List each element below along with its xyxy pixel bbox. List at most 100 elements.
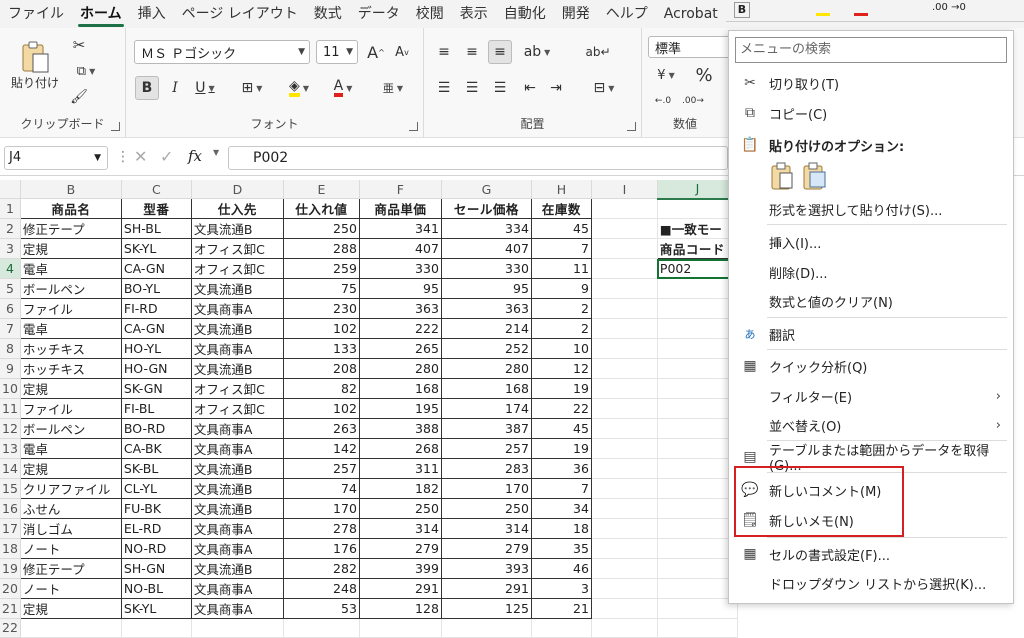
table-cell[interactable]: 330 [358,258,442,279]
row-header[interactable]: 7 [0,318,21,339]
table-cell[interactable]: 257 [440,438,532,459]
table-cell[interactable]: 仕入れ値 [282,198,360,219]
table-cell[interactable]: 電卓 [19,318,122,339]
table-cell[interactable] [591,538,658,559]
table-cell[interactable]: ホッチキス [19,338,122,359]
row-header[interactable]: 14 [0,458,21,479]
dialog-launcher-icon[interactable] [111,122,120,131]
table-cell[interactable] [591,198,658,219]
row-header[interactable]: 17 [0,518,21,539]
table-cell[interactable]: 9 [530,278,592,299]
table-cell[interactable] [591,578,658,599]
table-cell[interactable] [657,198,738,219]
table-cell[interactable]: 文具流通B [190,358,284,379]
table-cell[interactable]: 282 [282,558,360,579]
table-cell[interactable]: 387 [440,418,532,439]
select-all-corner[interactable] [0,180,21,199]
table-cell[interactable]: 修正テープ [19,218,122,239]
table-cell[interactable]: SH-BL [120,218,192,239]
row-header[interactable]: 12 [0,418,21,439]
decrease-font-icon[interactable]: Av [390,40,414,64]
table-cell[interactable]: 142 [282,438,360,459]
column-header-f[interactable]: F [359,180,442,199]
percent-button[interactable]: % [692,64,716,86]
align-left-icon[interactable]: ☰ [432,76,456,100]
tab-home[interactable]: ホーム [72,0,130,28]
column-header-c[interactable]: C [121,180,192,199]
row-header[interactable]: 19 [0,558,21,579]
mini-font-color-icon[interactable] [854,2,868,16]
table-cell[interactable] [591,218,658,239]
border-icon[interactable]: ⊞ ▼ [234,76,270,100]
table-cell[interactable]: P002 [656,258,738,279]
row-header[interactable]: 10 [0,378,21,399]
table-cell[interactable] [657,498,738,519]
table-cell[interactable]: オフィス卸C [190,238,284,259]
table-cell[interactable]: 文具商事A [190,418,284,439]
table-cell[interactable]: 修正テープ [19,558,122,579]
table-cell[interactable]: 7 [530,238,592,259]
tab-developer[interactable]: 開発 [554,0,598,28]
table-cell[interactable]: オフィス卸C [190,378,284,399]
increase-font-icon[interactable]: A ^ [364,40,388,64]
table-cell[interactable]: 19 [530,378,592,399]
table-cell[interactable] [591,418,658,439]
table-cell[interactable]: ファイル [19,298,122,319]
table-cell[interactable]: セール価格 [440,198,532,219]
table-cell[interactable]: 45 [530,218,592,239]
table-cell[interactable]: SK-GN [120,378,192,399]
mini-decimal-icon[interactable]: .00 →0 [932,2,966,13]
font-color-icon[interactable]: A ▼ [324,76,362,100]
table-cell[interactable]: ふせん [19,498,122,519]
table-cell[interactable]: SK-YL [120,598,192,619]
table-cell[interactable] [657,418,738,439]
table-cell[interactable]: 文具商事A [190,338,284,359]
menu-item-format-cells[interactable]: ▦ セルの書式設定(F)... [729,540,1015,568]
table-cell[interactable] [657,338,738,359]
table-cell[interactable]: 定規 [19,378,122,399]
table-cell[interactable] [657,318,738,339]
menu-item-cut[interactable]: ✂ 切り取り(T) [729,69,1015,97]
table-cell[interactable]: 291 [440,578,532,599]
table-cell[interactable]: 34 [530,498,592,519]
table-cell[interactable] [657,558,738,579]
table-cell[interactable]: 288 [282,238,360,259]
align-center-icon[interactable]: ☰ [460,76,484,100]
table-cell[interactable]: HO-YL [120,338,192,359]
table-cell[interactable]: 399 [358,558,442,579]
format-painter-icon[interactable]: 🖌 [66,86,92,108]
table-cell[interactable]: 195 [358,398,442,419]
dialog-launcher-icon[interactable] [627,122,636,131]
table-cell[interactable]: 250 [282,218,360,239]
table-cell[interactable]: 102 [282,318,360,339]
table-cell[interactable]: 314 [358,518,442,539]
font-size-dropdown[interactable]: 11 ▼ [316,40,358,64]
table-cell[interactable]: 文具流通B [190,498,284,519]
paste-button[interactable]: 貼り付け [10,34,60,96]
tab-review[interactable]: 校閲 [408,0,452,28]
row-header[interactable]: 4 [0,258,21,279]
table-cell[interactable]: FU-BK [120,498,192,519]
table-cell[interactable]: SK-YL [120,238,192,259]
scissors-icon[interactable]: ✂ [66,34,92,56]
table-cell[interactable]: 文具流通B [190,478,284,499]
table-cell[interactable] [657,398,738,419]
table-cell[interactable]: 12 [530,358,592,379]
table-cell[interactable]: 3 [530,578,592,599]
column-header-g[interactable]: G [441,180,532,199]
table-cell[interactable]: 388 [358,418,442,439]
menu-item-copy[interactable]: ⧉ コピー(C) [729,99,1015,127]
tab-help[interactable]: ヘルプ [598,0,656,28]
table-cell[interactable] [591,618,658,638]
table-cell[interactable]: 文具商事A [190,518,284,539]
table-cell[interactable]: 文具流通B [190,318,284,339]
table-cell[interactable] [657,438,738,459]
table-cell[interactable]: 在庫数 [530,198,592,219]
table-cell[interactable]: 95 [440,278,532,299]
table-cell[interactable]: 176 [282,538,360,559]
table-cell[interactable]: 商品コード [656,238,738,259]
table-cell[interactable]: 128 [358,598,442,619]
table-cell[interactable]: 文具商事A [190,538,284,559]
menu-item-delete[interactable]: 削除(D)... [729,258,1015,286]
table-cell[interactable]: 82 [282,378,360,399]
